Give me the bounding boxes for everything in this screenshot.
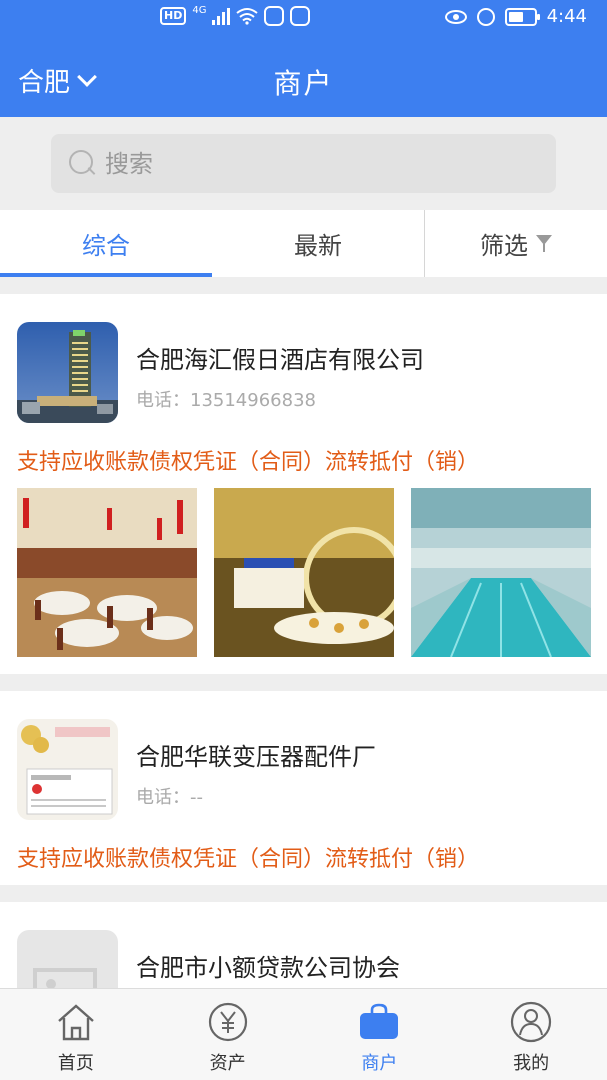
eye-icon [444, 9, 467, 24]
tab-label: 最新 [294, 232, 342, 260]
tab-label: 综合 [82, 232, 130, 260]
image-placeholder-icon [17, 930, 118, 988]
tab-filter[interactable]: 筛选 [424, 210, 607, 277]
tab-comprehensive[interactable]: 综合 [0, 210, 212, 277]
home-icon [58, 1004, 94, 1041]
top-bar: HD 4G 4:44 合肥 商户 [0, 0, 607, 117]
merchant-photos [17, 488, 591, 657]
merchant-phone: 电话：-- [136, 783, 203, 809]
signal-icon [212, 7, 231, 25]
wifi-icon [236, 8, 259, 25]
merchant-card[interactable]: 合肥华联变压器配件厂 电话：-- 支持应收账款债权凭证（合同）流转抵付（销） [0, 691, 607, 885]
merchant-name: 合肥市小额贷款公司协会 [136, 954, 400, 982]
page-title: 商户 [273, 67, 334, 100]
filter-funnel-icon [536, 234, 552, 253]
nav-label: 资产 [209, 1053, 246, 1074]
tab-latest[interactable]: 最新 [212, 210, 424, 277]
hand-notification-icon [264, 6, 285, 26]
search-input[interactable] [105, 149, 485, 178]
nav-profile[interactable]: 我的 [455, 989, 607, 1080]
nav-home[interactable]: 首页 [0, 989, 152, 1080]
app-screen: HD 4G 4:44 合肥 商户 搜索 综合 最新 筛选 合肥海汇假日酒店有限公… [0, 0, 607, 1080]
network-type: 4G [192, 4, 207, 16]
swimming-pool-photo[interactable] [411, 488, 591, 657]
search-box[interactable] [51, 134, 556, 193]
merchant-name: 合肥海汇假日酒店有限公司 [136, 346, 424, 374]
nav-label: 首页 [57, 1053, 94, 1074]
search-icon [69, 149, 97, 178]
phone-label: 电话： [136, 390, 190, 411]
filter-tabs: 综合 最新 筛选 [0, 210, 607, 277]
nav-label: 商户 [361, 1053, 398, 1074]
nav-merchants[interactable]: 商户 [304, 989, 456, 1080]
hd-badge: HD [160, 7, 187, 25]
battery-icon [504, 7, 540, 26]
nav-assets[interactable]: 资产 [152, 989, 304, 1080]
restaurant-hall-photo[interactable] [17, 488, 197, 657]
hotel-building-photo [17, 322, 118, 423]
merchant-description: 支持应收账款债权凭证（合同）流转抵付（销） [17, 847, 480, 872]
merchant-phone: 电话：13514966838 [136, 386, 316, 412]
buffet-photo[interactable] [214, 488, 394, 657]
phone-number[interactable]: 13514966838 [190, 390, 316, 411]
certificate-document-photo [17, 719, 118, 820]
status-left: HD 4G [160, 4, 311, 26]
lightbulb-notification-icon [290, 6, 311, 26]
status-right: 4:44 [444, 6, 587, 27]
shopping-bag-icon [360, 1003, 399, 1039]
merchant-card[interactable]: 合肥海汇假日酒店有限公司 电话：13514966838 支持应收账款债权凭证（合… [0, 294, 607, 674]
phone-label: 电话： [136, 787, 190, 808]
merchant-description: 支持应收账款债权凭证（合同）流转抵付（销） [17, 450, 480, 475]
status-bar: HD 4G 4:44 [0, 0, 607, 36]
merchant-name: 合肥华联变压器配件厂 [136, 743, 376, 771]
user-icon [511, 1001, 552, 1043]
status-time: 4:44 [546, 6, 587, 27]
phone-number: -- [190, 787, 203, 808]
alarm-icon [476, 7, 495, 26]
merchant-list: 合肥海汇假日酒店有限公司 电话：13514966838 支持应收账款债权凭证（合… [0, 294, 607, 988]
bottom-navigation: 首页 资产 商户 我的 [0, 988, 607, 1080]
tab-label: 筛选 [480, 232, 528, 260]
search-section [0, 117, 607, 210]
merchant-card[interactable]: 合肥市小额贷款公司协会 [0, 902, 607, 988]
nav-label: 我的 [513, 1053, 550, 1074]
yen-coin-icon [208, 1002, 247, 1042]
